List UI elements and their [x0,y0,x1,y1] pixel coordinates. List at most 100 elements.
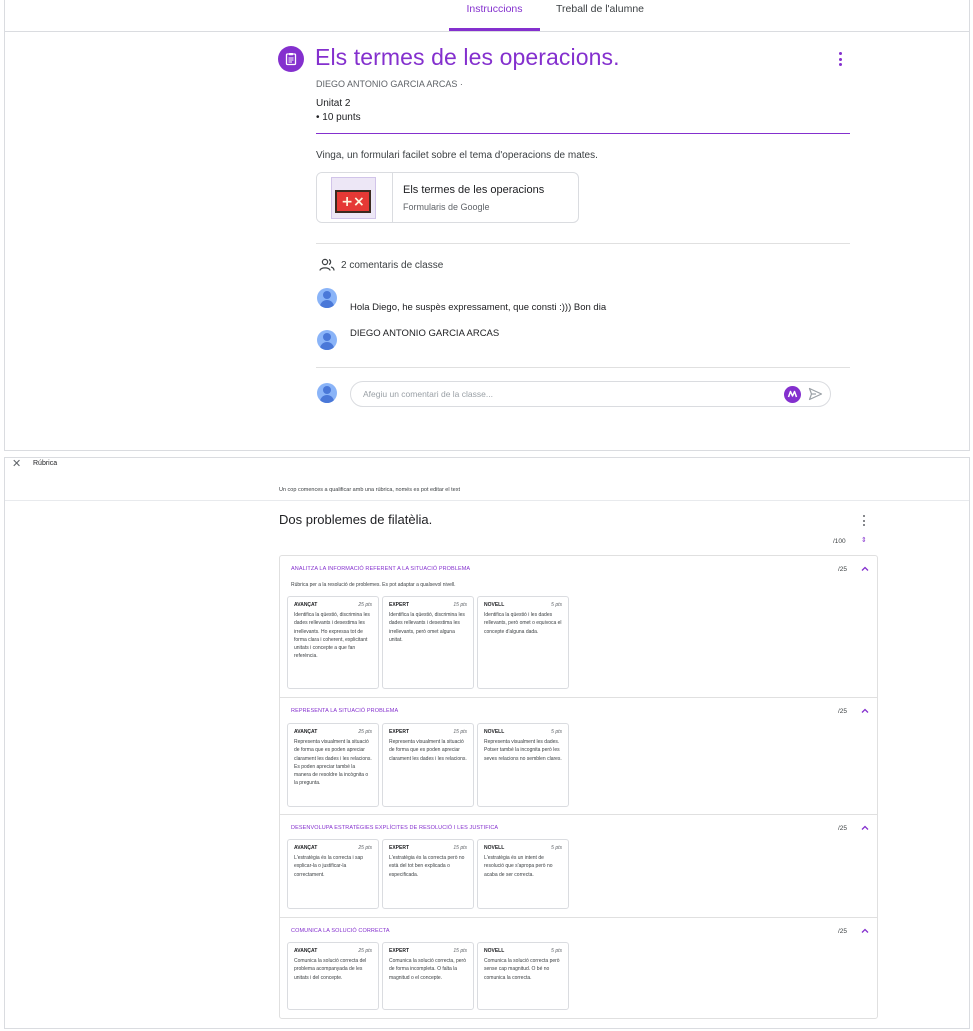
attachment-thumbnail: +× [317,173,393,222]
level-card: AVANÇAT 25 pts Identifica la qüestió, dis… [287,596,379,689]
divider [316,367,850,368]
level-text: Representa visualment la situació de for… [389,739,467,762]
expand-icon[interactable]: ⇕ [861,536,867,544]
header-divider [316,133,850,134]
level-points: 15 pts [453,948,467,954]
comment-author: DIEGO ANTONIO GARCIA ARCAS [350,328,500,339]
rubric-total-points: /100 [833,538,846,545]
level-points: 5 pts [551,948,562,954]
tab-bar: Instruccions Treball de l'alumne [5,0,969,32]
assignment-description: Vinga, un formulari facilet sobre el tem… [316,150,598,161]
level-name: AVANÇAT [294,729,318,735]
criterion-title: ANALITZA LA INFORMACIÓ REFERENT A LA SIT… [291,566,471,572]
divider [316,243,850,244]
level-card: EXPERT 15 pts L'estratègia és la correcta… [382,839,474,909]
level-text: Comunica la solució correcta però sense … [484,958,560,981]
level-name: AVANÇAT [294,602,318,608]
level-card: AVANÇAT 25 pts Comunica la solució correc… [287,942,379,1010]
comment-placeholder: Afegiu un comentari de la classe... [363,389,493,399]
level-text: L'estratègia és la correcta però no està… [389,855,465,878]
attachment-card[interactable]: +× Els termes de les operacions Formular… [316,172,579,223]
rubric-criterion: REPRESENTA LA SITUACIÓ PROBLEMA /25 AVAN… [280,698,877,815]
chevron-up-icon[interactable] [860,823,870,833]
level-name: EXPERT [389,948,410,954]
more-vert-icon[interactable] [835,50,845,68]
attachment-title: Els termes de les operacions [403,184,545,196]
assignment-panel: Instruccions Treball de l'alumne Els ter… [4,0,970,451]
level-points: 15 pts [453,729,467,735]
divider [5,500,969,501]
assignment-title: Els termes de les operacions. [315,44,620,70]
class-comments-count: 2 comentaris de classe [341,259,444,271]
level-points: 5 pts [551,602,562,608]
send-icon[interactable] [808,387,823,401]
criterion-points: /25 [838,928,848,935]
level-name: NOVELL [484,729,505,735]
rubric-notice: Un cop comences a qualificar amb una rúb… [279,487,460,493]
rubric-criterion: ANALITZA LA INFORMACIÓ REFERENT A LA SIT… [280,556,877,698]
level-text: Identifica la qüestió, discrimina les da… [389,612,465,643]
level-points: 15 pts [453,845,467,851]
chevron-up-icon[interactable] [860,706,870,716]
assignment-author: DIEGO ANTONIO GARCIA ARCAS · [316,79,463,89]
level-name: NOVELL [484,845,505,851]
assignment-points: • 10 punts [316,112,361,123]
people-icon [319,258,335,271]
level-name: AVANÇAT [294,948,318,954]
class-comments-header: 2 comentaris de classe [319,257,443,273]
level-card: NOVELL 5 pts Representa visualment les da… [477,723,569,807]
level-name: EXPERT [389,729,410,735]
criterion-title: COMUNICA LA SOLUCIÓ CORRECTA [291,928,390,934]
level-text: Comunica la solució correcta, però de fo… [389,958,466,981]
operations-symbols: +× [341,193,365,210]
rubric-title: Dos problemes de filatèlia. [279,512,433,527]
level-card: EXPERT 15 pts Representa visualment la si… [382,723,474,807]
avatar-icon [317,330,337,350]
rubric-header: ✕ Rúbrica [5,458,969,472]
criterion-title: DESENVOLUPA ESTRATÈGIES EXPLÍCITES DE RE… [291,825,499,831]
level-text: Identifica la qüestió i les dades rellev… [484,612,562,635]
level-card: EXPERT 15 pts Identifica la qüestió, disc… [382,596,474,689]
rubric-criteria-list: ANALITZA LA INFORMACIÓ REFERENT A LA SIT… [279,555,878,1019]
chevron-up-icon[interactable] [860,926,870,936]
level-card: EXPERT 15 pts Comunica la solució correct… [382,942,474,1010]
more-vert-icon[interactable] [862,515,866,526]
level-points: 25 pts [358,602,372,608]
level-name: NOVELL [484,602,505,608]
ai-assist-icon[interactable] [784,386,801,403]
level-text: Comunica la solució correcta del problem… [294,958,367,981]
level-name: EXPERT [389,845,410,851]
rubric-panel: ✕ Rúbrica Un cop comences a qualificar a… [4,457,970,1029]
level-card: AVANÇAT 25 pts L'estratègia és la correct… [287,839,379,909]
chevron-up-icon[interactable] [860,564,870,574]
criterion-title: REPRESENTA LA SITUACIÓ PROBLEMA [291,708,399,714]
assignment-unit: Unitat 2 [316,98,351,109]
avatar-icon [317,288,337,308]
rubric-criterion: COMUNICA LA SOLUCIÓ CORRECTA /25 AVANÇAT… [280,918,877,1018]
level-card: NOVELL 5 pts Identifica la qüestió i les … [477,596,569,689]
tab-instructions[interactable]: Instruccions [449,0,540,31]
avatar-icon [317,383,337,403]
criterion-points: /25 [838,566,848,573]
level-text: Representa visualment les dades. Potser … [484,739,562,762]
level-name: NOVELL [484,948,505,954]
level-text: Identifica la qüestió, discrimina les da… [294,612,370,660]
attachment-type: Formularis de Google [403,202,490,212]
level-points: 5 pts [551,845,562,851]
level-card: AVANÇAT 25 pts Representa visualment la s… [287,723,379,807]
criterion-points: /25 [838,708,848,715]
comment-input[interactable]: Afegiu un comentari de la classe... [350,381,831,407]
tab-student-work[interactable]: Treball de l'alumne [545,0,655,31]
close-icon[interactable]: ✕ [12,458,21,470]
operations-image: +× [335,190,371,213]
level-card: NOVELL 5 pts Comunica la solució correcta… [477,942,569,1010]
criterion-description: Rúbrica per a la resolució de problemes.… [291,582,456,588]
level-card: NOVELL 5 pts L'estratègia és un intent de… [477,839,569,909]
level-points: 25 pts [358,729,372,735]
assignment-icon [278,46,304,72]
level-name: AVANÇAT [294,845,318,851]
level-points: 25 pts [358,845,372,851]
criterion-points: /25 [838,825,848,832]
level-text: L'estratègia és un intent de resolució q… [484,855,553,878]
level-points: 25 pts [358,948,372,954]
